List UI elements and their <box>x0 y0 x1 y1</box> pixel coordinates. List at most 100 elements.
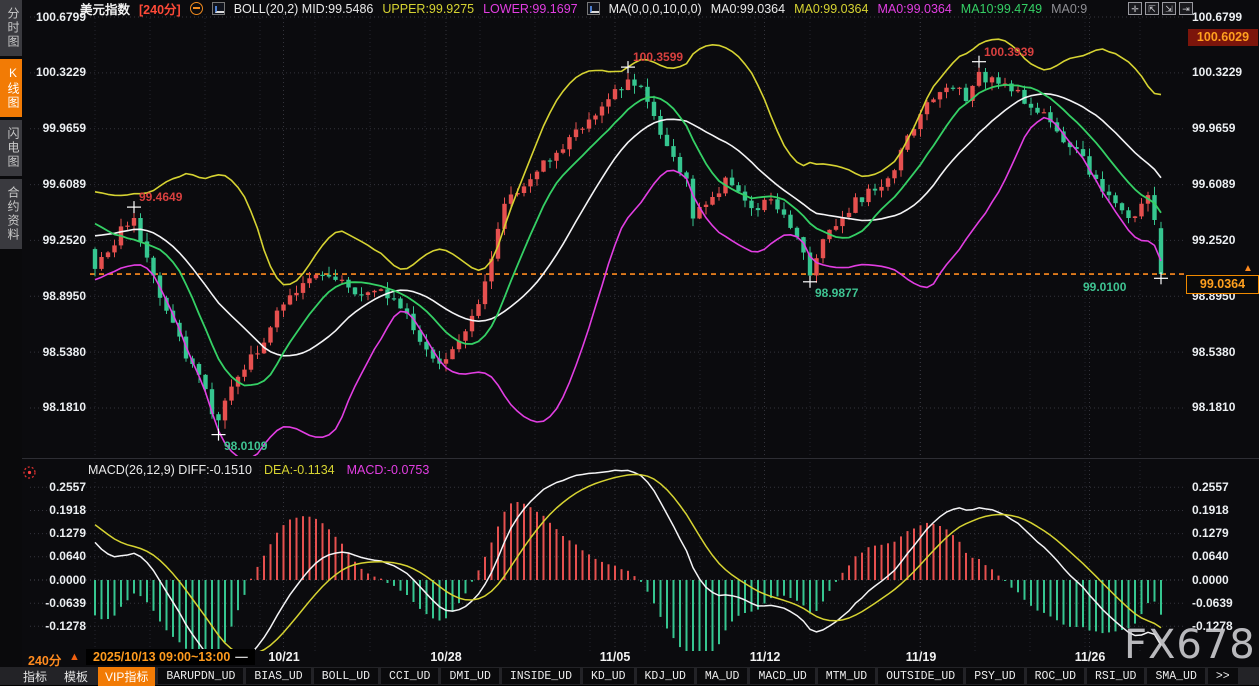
sidebar-item-3[interactable]: 合约资料 <box>0 179 22 249</box>
chart-toolbar-icons: ✛ ⇱ ⇲ ⇥ <box>1128 2 1193 15</box>
price-axis-label-right: 98.5380 <box>1192 345 1256 360</box>
toolbar-tab-ma-ud[interactable]: MA_UD <box>697 668 748 684</box>
toolbar-tab-rsi-ud[interactable]: RSI_UD <box>1087 668 1144 684</box>
toolbar-tab-模板[interactable]: 模板 <box>57 667 95 686</box>
ma0-value-yellow: MA0:99.0364 <box>794 2 868 16</box>
upper-band-high-badge: 100.6029 <box>1188 29 1258 46</box>
macd-dea-value: DEA:-0.1134 <box>264 463 335 477</box>
price-axis-label-left: 99.2520 <box>26 233 86 248</box>
x-axis-label: 11/12 <box>743 650 787 664</box>
x-axis-label: 11/05 <box>593 650 637 664</box>
macd-value: MACD:-0.0753 <box>347 463 430 477</box>
toolbar-tab-kdj-ud[interactable]: KDJ_UD <box>637 668 694 684</box>
toolbar-tab--[interactable]: >> <box>1208 668 1238 684</box>
chart-header: 美元指数 [240分] BOLL(20,2) MID:99.5486 UPPER… <box>80 1 1087 16</box>
current-price-badge: 99.0364 <box>1186 275 1259 294</box>
sidebar-item-1[interactable]: K线图 <box>0 59 22 117</box>
price-axis-label-left: 98.8950 <box>26 289 86 304</box>
fx678-watermark: FX678 <box>1124 622 1256 668</box>
price-annotation-low: 99.0100 <box>1083 280 1126 294</box>
symbol-title: 美元指数 <box>80 0 130 18</box>
boll-settings-icon[interactable] <box>212 2 225 15</box>
price-axis-label-left: 100.6799 <box>26 10 86 25</box>
boll-values: BOLL(20,2) MID:99.5486 <box>234 2 374 16</box>
session-range-text: 2025/10/13 09:00~13:00 <box>93 650 230 664</box>
sidebar-item-0[interactable]: 分时图 <box>0 0 22 56</box>
price-axis-label-right: 99.6089 <box>1192 177 1256 192</box>
ma0-value-gray: MA0:9 <box>1051 2 1087 16</box>
session-dash: — <box>235 650 248 664</box>
next-page-icon[interactable]: ⇥ <box>1179 2 1193 15</box>
price-annotation-high: 99.4649 <box>139 190 182 204</box>
price-axis-label-right: 100.6799 <box>1192 10 1256 25</box>
candlestick-and-macd-chart <box>0 0 1259 685</box>
toolbar-tab-指标[interactable]: 指标 <box>16 667 54 686</box>
price-axis-label-right: 99.2520 <box>1192 233 1256 248</box>
toolbar-tab-vip指标[interactable]: VIP指标 <box>98 667 155 686</box>
price-annotation-high: 100.3939 <box>984 45 1034 59</box>
price-annotation-low: 98.0109 <box>224 439 267 453</box>
toolbar-tab-cci-ud[interactable]: CCI_UD <box>381 668 438 684</box>
toolbar-tab-mtm-ud[interactable]: MTM_UD <box>818 668 875 684</box>
price-axis-label-left: 99.6089 <box>26 177 86 192</box>
macd-axis-label-right: -0.0639 <box>1192 596 1256 611</box>
macd-axis-label-left: 0.2557 <box>26 480 86 495</box>
panel-divider <box>22 458 1259 459</box>
macd-axis-label-left: -0.1278 <box>26 619 86 634</box>
toolbar-tab-bias-ud[interactable]: BIAS_UD <box>246 668 310 684</box>
toolbar-tab-dmi-ud[interactable]: DMI_UD <box>441 668 498 684</box>
macd-axis-label-right: 0.1279 <box>1192 526 1256 541</box>
price-axis-label-right: 98.1810 <box>1192 400 1256 415</box>
macd-axis-label-right: 0.1918 <box>1192 503 1256 518</box>
sidebar: 分时图 K线图闪电图合约资料 <box>0 0 22 685</box>
macd-axis-label-right: 0.2557 <box>1192 480 1256 495</box>
price-axis-label-left: 98.1810 <box>26 400 86 415</box>
price-alert-arrow-icon: ▲ <box>1243 263 1253 274</box>
sidebar-item-2[interactable]: 闪电图 <box>0 120 22 176</box>
indicator-toolbar: 指标模板VIP指标BARUPDN_UDBIAS_UDBOLL_UDCCI_UDD… <box>0 667 1259 685</box>
toolbar-tab-barupdn-ud[interactable]: BARUPDN_UD <box>158 668 243 684</box>
x-axis-label: 10/28 <box>424 650 468 664</box>
price-axis-label-left: 98.5380 <box>26 345 86 360</box>
zoom-out-axis-icon[interactable]: ⇲ <box>1162 2 1176 15</box>
macd-axis-label-right: 0.0000 <box>1192 573 1256 588</box>
remove-indicator-icon[interactable] <box>190 2 203 15</box>
session-range-box: 2025/10/13 09:00~13:00 — <box>86 649 255 665</box>
toolbar-tab-kd-ud[interactable]: KD_UD <box>583 668 634 684</box>
ma0-value-white: MA0:99.0364 <box>711 2 785 16</box>
trading-app-window: 分时图 K线图闪电图合约资料 美元指数 [240分] BOLL(20,2) MID… <box>0 0 1259 685</box>
price-annotation-low: 98.9877 <box>815 286 858 300</box>
toolbar-tab-outside-ud[interactable]: OUTSIDE_UD <box>878 668 963 684</box>
macd-axis-label-right: 0.0640 <box>1192 549 1256 564</box>
price-axis-label-right: 99.9659 <box>1192 121 1256 136</box>
pan-move-icon[interactable]: ✛ <box>1128 2 1142 15</box>
macd-axis-label-left: 0.0640 <box>26 549 86 564</box>
toolbar-tab-psy-ud[interactable]: PSY_UD <box>966 668 1023 684</box>
zoom-in-axis-icon[interactable]: ⇱ <box>1145 2 1159 15</box>
toolbar-tab-boll-ud[interactable]: BOLL_UD <box>314 668 378 684</box>
price-axis-label-right: 100.3229 <box>1192 65 1256 80</box>
x-axis-label: 11/26 <box>1068 650 1112 664</box>
toolbar-tab-sma-ud[interactable]: SMA_UD <box>1147 668 1204 684</box>
macd-axis-label-left: 0.1279 <box>26 526 86 541</box>
boll-lower-value: LOWER:99.1697 <box>483 2 578 16</box>
price-axis-label-left: 100.3229 <box>26 65 86 80</box>
timeframe-arrow-icon[interactable]: ▲ <box>69 651 80 663</box>
ma-params: MA(0,0,0,10,0,0) <box>609 2 702 16</box>
ma0-value-magenta: MA0:99.0364 <box>877 2 951 16</box>
price-annotation-high: 100.3599 <box>633 50 683 64</box>
macd-header: MACD(26,12,9) DIFF:-0.1510 DEA:-0.1134 M… <box>88 463 429 477</box>
price-axis-label-left: 99.9659 <box>26 121 86 136</box>
x-axis-label: 10/21 <box>262 650 306 664</box>
boll-upper-value: UPPER:99.9275 <box>382 2 474 16</box>
toolbar-tab-roc-ud[interactable]: ROC_UD <box>1027 668 1084 684</box>
macd-axis-label-left: 0.0000 <box>26 573 86 588</box>
macd-locate-icon <box>22 465 37 480</box>
timeframe-tag: [240分] <box>139 0 181 18</box>
ma-settings-icon[interactable] <box>587 2 600 15</box>
macd-title-diff: MACD(26,12,9) DIFF:-0.1510 <box>88 463 252 477</box>
macd-axis-label-left: 0.1918 <box>26 503 86 518</box>
macd-axis-label-left: -0.0639 <box>26 596 86 611</box>
toolbar-tab-macd-ud[interactable]: MACD_UD <box>750 668 814 684</box>
toolbar-tab-inside-ud[interactable]: INSIDE_UD <box>502 668 580 684</box>
